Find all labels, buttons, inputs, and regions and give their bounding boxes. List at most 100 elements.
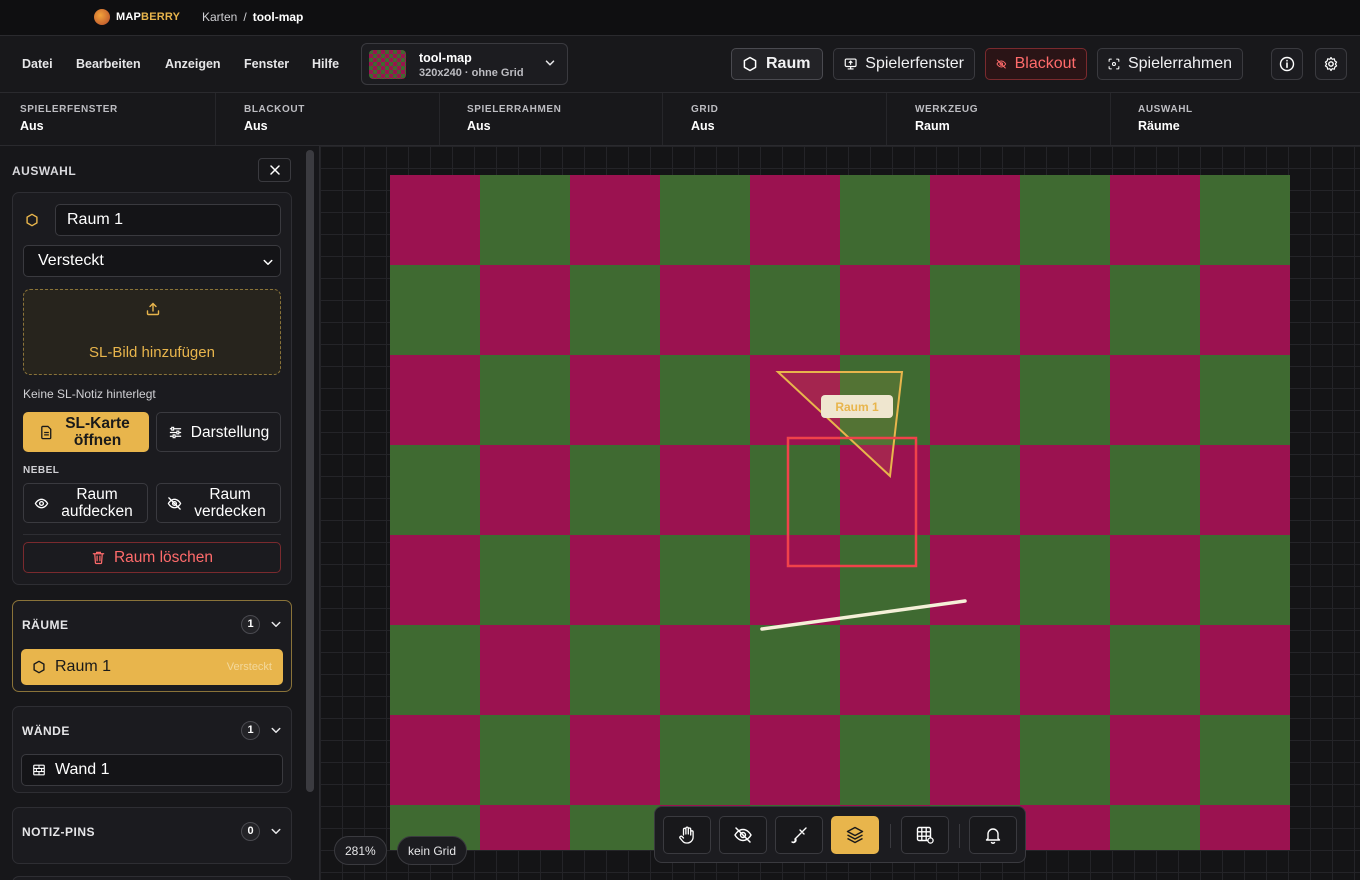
- close-selection-button[interactable]: [258, 158, 291, 182]
- map-tile: [1200, 265, 1290, 355]
- chevron-down-icon[interactable]: [270, 825, 282, 837]
- status-value: Aus: [467, 119, 491, 133]
- zoom-indicator[interactable]: 281%: [334, 836, 387, 865]
- map-tile: [930, 535, 1020, 625]
- display-settings-button[interactable]: Darstellung: [156, 412, 281, 452]
- player-frame-button[interactable]: Spielerrahmen: [1097, 48, 1243, 80]
- status-value: Raum: [915, 119, 950, 133]
- wall-list-item-label: Wand 1: [55, 761, 110, 778]
- top-bar: MAP BERRY Karten / tool-map: [0, 0, 1360, 36]
- menu-bearbeiten[interactable]: Bearbeiten: [76, 57, 141, 71]
- map-tile: [750, 625, 840, 715]
- breadcrumb-parent[interactable]: Karten: [202, 10, 237, 24]
- blackout-button[interactable]: Blackout: [985, 48, 1087, 80]
- trash-icon: [92, 551, 105, 565]
- map-tile: [930, 265, 1020, 355]
- chevron-down-icon[interactable]: [270, 724, 282, 736]
- upload-label: SL-Bild hinzufügen: [89, 344, 215, 361]
- menu-anzeigen[interactable]: Anzeigen: [165, 57, 221, 71]
- map-tile: [570, 535, 660, 625]
- room-visibility-tag: Versteckt: [226, 661, 272, 673]
- pan-tool-button[interactable]: [663, 816, 711, 854]
- map-thumbnail: [369, 50, 406, 79]
- grid-tool-button[interactable]: [901, 816, 949, 854]
- open-gm-card-button[interactable]: SL-Karte öffnen: [23, 412, 149, 452]
- map-tile: [1020, 355, 1110, 445]
- visibility-select-value: Versteckt: [38, 252, 104, 269]
- menu-hilfe[interactable]: Hilfe: [312, 57, 339, 71]
- chevron-down-icon[interactable]: [270, 618, 282, 630]
- delete-room-label: Raum löschen: [113, 549, 214, 566]
- fog-tool-button[interactable]: [719, 816, 767, 854]
- menu-datei[interactable]: Datei: [22, 57, 53, 71]
- status-blackout: BLACKOUT Aus: [224, 93, 440, 145]
- map-tile: [570, 175, 660, 265]
- rooms-section-title: RÄUME: [22, 618, 69, 632]
- map-tile: [1020, 175, 1110, 265]
- reveal-room-label: Raum aufdecken: [61, 486, 133, 520]
- room-tool-button[interactable]: Raum: [731, 48, 823, 80]
- eye-off-icon: [996, 59, 1007, 69]
- delete-room-button[interactable]: Raum löschen: [23, 542, 281, 573]
- rooms-section: RÄUME 1 Raum 1 Versteckt: [12, 600, 292, 692]
- rooms-count-badge: 1: [241, 615, 260, 634]
- monitor-icon: [844, 58, 857, 70]
- status-value: Räume: [1138, 119, 1180, 133]
- grid-indicator[interactable]: kein Grid: [397, 836, 468, 865]
- breadcrumb-separator: /: [243, 10, 247, 24]
- notifications-button[interactable]: [969, 816, 1017, 854]
- room-map-label: Raum 1: [835, 400, 879, 414]
- map-selector[interactable]: tool-map 320x240 · ohne Grid: [361, 43, 568, 85]
- map-tile: [1110, 355, 1200, 445]
- map-tile: [390, 175, 480, 265]
- map-tile: [1200, 535, 1290, 625]
- map-tile: [1020, 535, 1110, 625]
- sidebar-scrollbar[interactable]: [306, 150, 314, 792]
- hexagon-icon: [26, 213, 38, 227]
- grid-icon: [916, 826, 934, 844]
- room-name-input[interactable]: Raum 1: [55, 204, 281, 236]
- map-tile: [570, 805, 660, 850]
- map-tile: [660, 355, 750, 445]
- map-tile: [1110, 625, 1200, 715]
- map-tile: [1200, 445, 1290, 535]
- hide-room-label: Raum verdecken: [194, 486, 266, 520]
- breadcrumb: Karten / tool-map: [202, 10, 303, 24]
- map-canvas[interactable]: Raum 1: [320, 146, 1360, 880]
- status-key: WERKZEUG: [915, 104, 979, 115]
- map-image[interactable]: Raum 1: [390, 175, 1290, 850]
- room-list-item[interactable]: Raum 1 Versteckt: [21, 649, 283, 685]
- player-frame-label: Spielerrahmen: [1127, 55, 1232, 72]
- info-button[interactable]: [1271, 48, 1303, 80]
- walls-count-badge: 1: [241, 721, 260, 740]
- brush-tool-button[interactable]: [775, 816, 823, 854]
- settings-button[interactable]: [1315, 48, 1347, 80]
- status-key: BLACKOUT: [244, 104, 305, 115]
- note-pins-section: NOTIZ-PINS 0: [12, 807, 292, 864]
- menu-fenster[interactable]: Fenster: [244, 57, 289, 71]
- map-tile: [1020, 805, 1110, 850]
- map-tile: [480, 535, 570, 625]
- upload-gm-image-dropzone[interactable]: SL-Bild hinzufügen: [23, 289, 281, 375]
- map-tile: [480, 625, 570, 715]
- map-tile: [390, 445, 480, 535]
- map-tile: [570, 715, 660, 805]
- layers-tool-button[interactable]: [831, 816, 879, 854]
- wall-list-item[interactable]: Wand 1: [21, 754, 283, 786]
- player-window-button[interactable]: Spielerfenster: [833, 48, 975, 80]
- app-logo[interactable]: MAP BERRY: [94, 9, 180, 25]
- map-tile: [570, 355, 660, 445]
- bell-icon: [985, 828, 1001, 844]
- eye-off-icon: [734, 827, 752, 843]
- hide-room-button[interactable]: Raum verdecken: [156, 483, 281, 523]
- status-selection: AUSWAHL Räume: [1118, 93, 1334, 145]
- map-tile: [1020, 625, 1110, 715]
- map-tile: [480, 715, 570, 805]
- selection-title: AUSWAHL: [12, 164, 77, 178]
- visibility-select[interactable]: Versteckt: [23, 245, 281, 277]
- map-tile: [1200, 355, 1290, 445]
- reveal-room-button[interactable]: Raum aufdecken: [23, 483, 148, 523]
- close-icon: [269, 165, 280, 175]
- map-selector-meta: 320x240 · ohne Grid: [419, 67, 524, 79]
- status-key: GRID: [691, 104, 719, 115]
